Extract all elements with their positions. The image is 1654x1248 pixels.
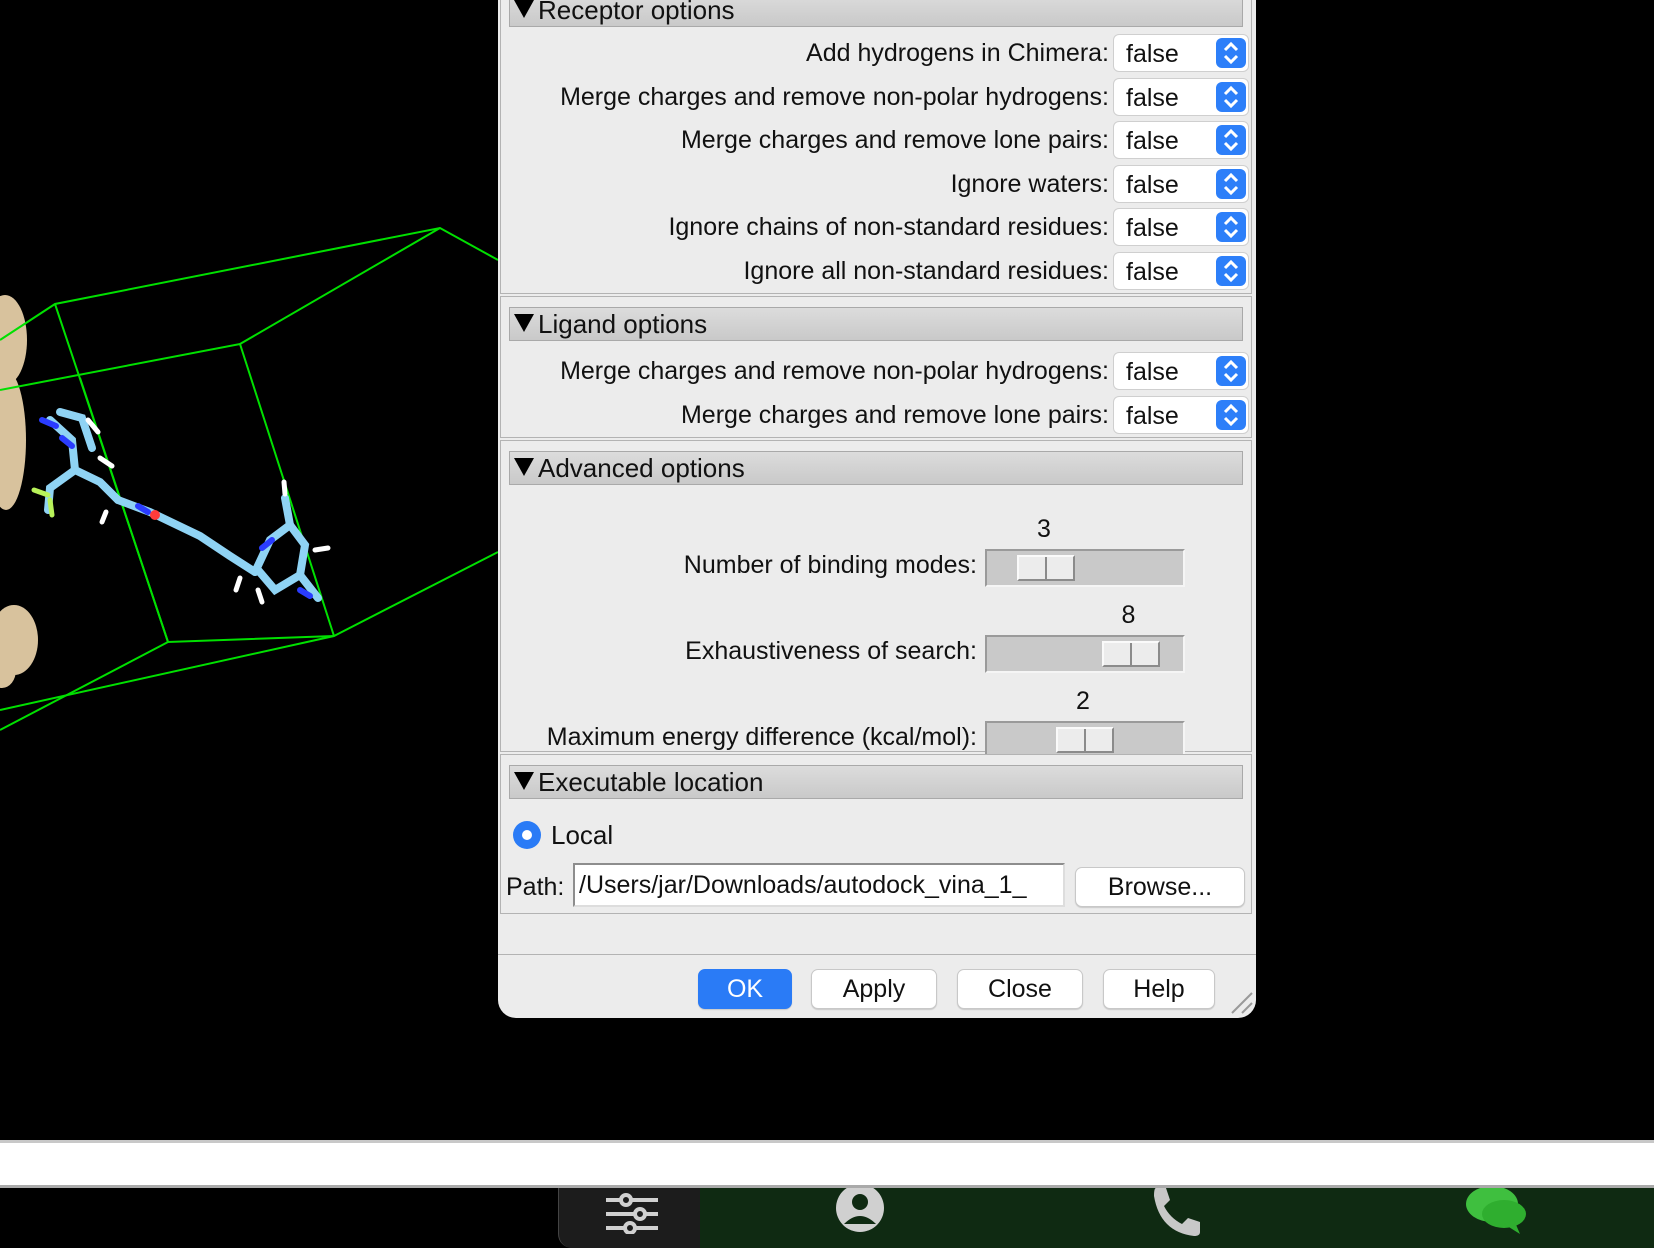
- option-select[interactable]: false: [1113, 121, 1249, 159]
- browse-button[interactable]: Browse...: [1075, 867, 1245, 907]
- apply-button[interactable]: Apply: [811, 969, 937, 1009]
- vina-options-dialog: Receptor options Add hydrogens in Chimer…: [498, 0, 1256, 1018]
- close-button[interactable]: Close: [957, 969, 1083, 1009]
- option-select[interactable]: false: [1113, 164, 1249, 203]
- option-row: Ignore waters: false: [501, 162, 1253, 206]
- slider-thumb[interactable]: [1017, 555, 1075, 581]
- chevron-updown-icon: [1216, 212, 1246, 242]
- option-row: Ignore chains of non-standard residues: f…: [501, 205, 1253, 249]
- chevron-updown-icon: [1216, 38, 1246, 68]
- path-input-value: /Users/jar/Downloads/autodock_vina_1_: [579, 871, 1027, 899]
- option-select[interactable]: false: [1113, 352, 1249, 390]
- option-label: Ignore all non-standard residues:: [743, 256, 1109, 285]
- slider-value: 3: [1037, 515, 1051, 543]
- user-icon[interactable]: [834, 1188, 886, 1236]
- option-label: Ignore chains of non-standard residues:: [668, 213, 1109, 241]
- option-select-value: false: [1126, 257, 1179, 286]
- chevron-updown-icon: [1216, 125, 1246, 155]
- option-select-value: false: [1126, 127, 1179, 155]
- chevron-updown-icon: [1216, 255, 1246, 286]
- option-select[interactable]: false: [1113, 251, 1249, 290]
- slider-label: Exhaustiveness of search:: [685, 637, 977, 665]
- ligand-options-header[interactable]: Ligand options: [509, 307, 1243, 341]
- grid-box: [0, 226, 499, 731]
- advanced-options-section: Advanced options Number of binding modes…: [500, 440, 1252, 759]
- slider-value: 2: [1076, 687, 1090, 715]
- disclosure-triangle-icon: [514, 0, 534, 19]
- chevron-updown-icon: [1216, 356, 1246, 386]
- option-row: Merge charges and remove non-polar hydro…: [501, 349, 1253, 393]
- chevron-updown-icon: [1216, 399, 1246, 430]
- ligand-options-section: Ligand options Merge charges and remove …: [500, 296, 1252, 438]
- help-button[interactable]: Help: [1103, 969, 1215, 1009]
- disclosure-triangle-icon: [514, 772, 534, 791]
- slider-value: 8: [1121, 601, 1136, 629]
- option-label: Merge charges and remove lone pairs:: [680, 400, 1109, 429]
- sliders-icon[interactable]: [604, 1190, 660, 1234]
- button-bar: OK Apply Close Help: [498, 954, 1256, 1018]
- disclosure-triangle-icon: [514, 458, 534, 477]
- executable-location-section: Executable location Local Path: /Users/j…: [500, 754, 1252, 914]
- slider-label: Maximum energy difference (kcal/mol):: [546, 723, 977, 751]
- ligand-molecule: [31, 408, 331, 605]
- executable-location-header[interactable]: Executable location: [509, 765, 1243, 799]
- option-row: Merge charges and remove non-polar hydro…: [501, 75, 1253, 119]
- option-label: Merge charges and remove lone pairs:: [680, 126, 1109, 154]
- option-row: Merge charges and remove lone pairs: fals…: [501, 393, 1253, 437]
- option-select[interactable]: false: [1113, 208, 1249, 246]
- chevron-updown-icon: [1216, 168, 1246, 199]
- option-select-value: false: [1126, 40, 1179, 68]
- option-label: Ignore waters:: [950, 169, 1109, 198]
- option-label: Add hydrogens in Chimera:: [806, 39, 1109, 67]
- resize-grip-icon[interactable]: [1228, 989, 1254, 1015]
- option-select[interactable]: false: [1113, 77, 1249, 116]
- chevron-updown-icon: [1216, 81, 1246, 112]
- option-label: Merge charges and remove non-polar hydro…: [560, 82, 1109, 111]
- command-line-bar[interactable]: [0, 1140, 1654, 1188]
- local-radio-label: Local: [551, 820, 614, 850]
- slider-track[interactable]: [985, 549, 1185, 587]
- advanced-options-header[interactable]: Advanced options: [509, 451, 1243, 485]
- option-row: Ignore all non-standard residues: false: [501, 249, 1253, 293]
- path-label: Path:: [506, 873, 565, 901]
- slider-thumb[interactable]: [1101, 641, 1160, 667]
- option-row: Merge charges and remove lone pairs: fals…: [501, 118, 1253, 162]
- option-select[interactable]: false: [1113, 395, 1249, 434]
- path-input[interactable]: /Users/jar/Downloads/autodock_vina_1_: [573, 863, 1065, 907]
- phone-icon[interactable]: [1150, 1188, 1202, 1236]
- option-row: Add hydrogens in Chimera: false: [501, 31, 1253, 75]
- slider-thumb[interactable]: [1056, 727, 1114, 753]
- receptor-options-header[interactable]: Receptor options: [509, 0, 1243, 27]
- option-select[interactable]: false: [1113, 34, 1249, 72]
- option-select-value: false: [1126, 358, 1179, 386]
- chat-icon[interactable]: [1464, 1188, 1528, 1236]
- receptor-options-section: Receptor options Add hydrogens in Chimer…: [500, 0, 1252, 294]
- option-label: Merge charges and remove non-polar hydro…: [560, 357, 1109, 385]
- slider-track[interactable]: [985, 635, 1185, 673]
- radio-selected-icon: [513, 821, 541, 849]
- slider-label: Number of binding modes:: [683, 551, 977, 579]
- ok-button[interactable]: OK: [698, 969, 792, 1009]
- option-select-value: false: [1126, 214, 1179, 242]
- option-select-value: false: [1126, 170, 1179, 199]
- bottom-dock: [558, 1188, 1654, 1248]
- option-select-value: false: [1126, 401, 1179, 430]
- option-select-value: false: [1126, 83, 1179, 112]
- disclosure-triangle-icon: [514, 314, 534, 333]
